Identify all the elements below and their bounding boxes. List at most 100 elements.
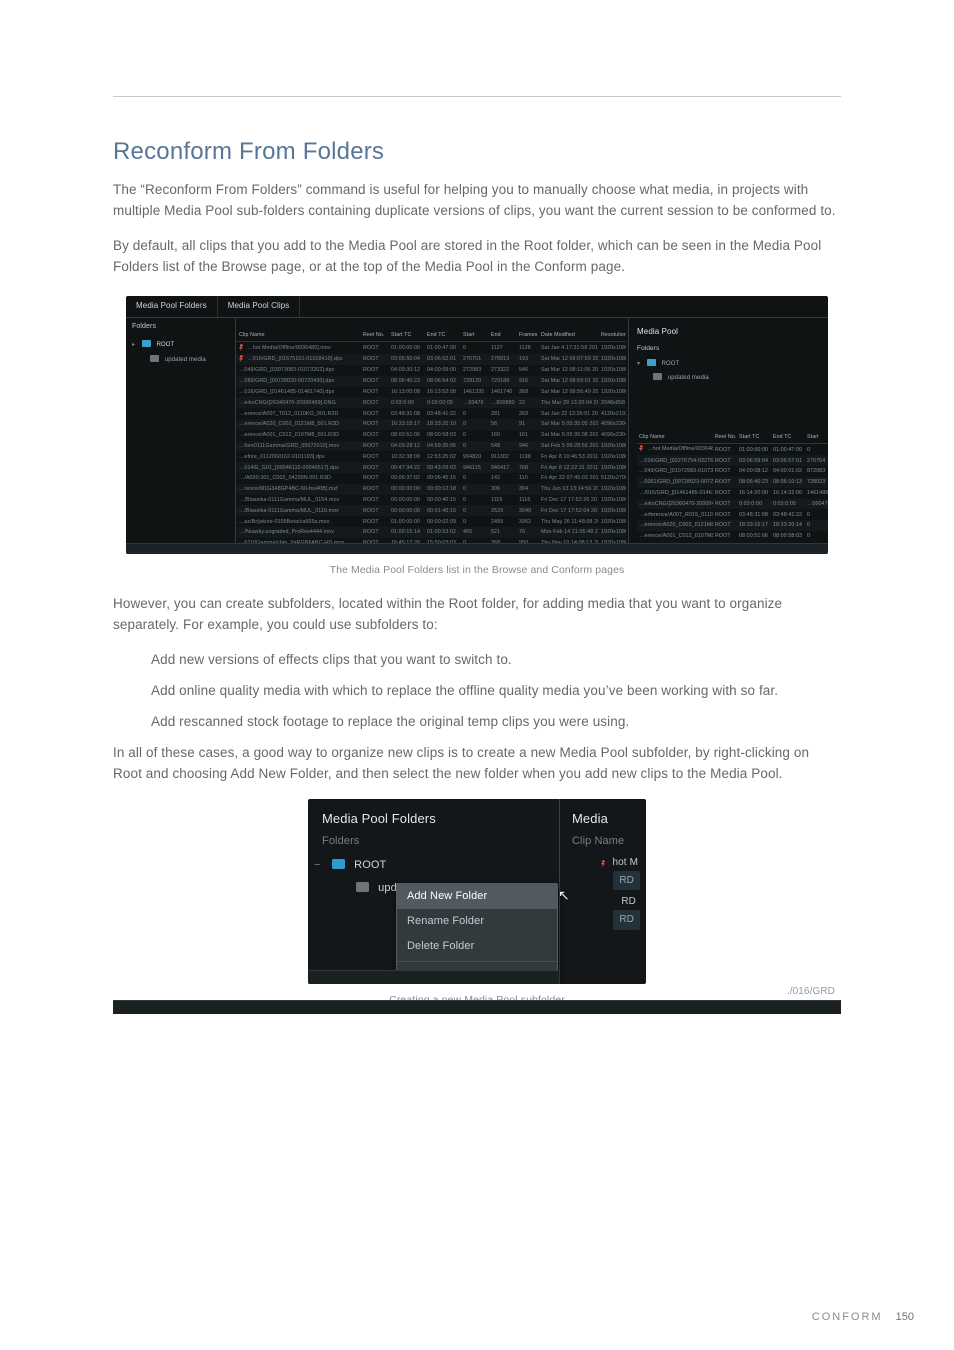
chevron-right-icon[interactable]: ▸ bbox=[132, 341, 140, 350]
table-row[interactable]: …rence/M1G348GP4BC-60-fss40B].mxfROOT00:… bbox=[236, 484, 626, 495]
column-header: End bbox=[488, 330, 516, 342]
column-header: Start bbox=[460, 330, 488, 342]
folder-icon bbox=[150, 355, 159, 362]
context-menu: Add New Folder Rename Folder Delete Fold… bbox=[396, 883, 558, 984]
tab-media-pool-clips[interactable]: Media Pool Clips bbox=[218, 296, 301, 317]
table-row[interactable]: …0061/GRD_[00728023-00728430].dpxROOT08:… bbox=[637, 477, 828, 488]
page-footer: CONFORM 150 bbox=[812, 1309, 914, 1326]
column-header: Start TC bbox=[737, 432, 771, 444]
folder-root[interactable]: − ROOT bbox=[308, 854, 559, 877]
status-strip bbox=[126, 543, 828, 554]
panel-title: Media bbox=[560, 799, 646, 833]
table-row[interactable]: …erence/A007_T012_0110KO_001.R3DROOT03:4… bbox=[236, 408, 626, 419]
list-item: Add online quality media with which to r… bbox=[151, 681, 841, 702]
folder-root[interactable]: ▾ ROOT bbox=[637, 358, 824, 369]
folder-updated-media[interactable]: updated media bbox=[637, 372, 824, 383]
column-header: Reel No. bbox=[713, 432, 737, 444]
folder-icon bbox=[142, 340, 151, 347]
page-number: 150 bbox=[896, 1311, 914, 1323]
table-row[interactable]: 📌…016/GRD_[01675101-01018410].dpxROOT03:… bbox=[236, 354, 626, 365]
panel-title: Media Pool Folders bbox=[308, 799, 559, 833]
column-header: Clip Name bbox=[637, 432, 713, 444]
table-row[interactable]: …/Blassika-0111Gamma/MUL_0154.movROOT00:… bbox=[236, 495, 626, 506]
folder-label: updated media bbox=[668, 375, 709, 381]
figure-caption: The Media Pool Folders list in the Brows… bbox=[113, 562, 841, 578]
body-text: However, you can create subfolders, loca… bbox=[113, 594, 841, 636]
body-text: The “Reconform From Folders” command is … bbox=[113, 180, 841, 222]
folder-icon bbox=[653, 373, 662, 380]
table-row[interactable]: …erence/A020_C002_0121M8_001.R3DROOT16:3… bbox=[236, 419, 626, 430]
table-row[interactable]: …erksCNG/[26360470-20000499].DNGROOT0:03… bbox=[637, 499, 828, 510]
list-item: Add rescanned stock footage to replace t… bbox=[151, 712, 841, 733]
table-row[interactable]: …016/GRD_[01461485-01461740].dpxROOT16:1… bbox=[236, 387, 626, 398]
table-row[interactable]: …erence/A020_C002_0121M8_004.R3DROOT18:3… bbox=[637, 520, 828, 531]
table-row[interactable]: …049/GRD_[03073083-01073202].dpxROOT04:0… bbox=[236, 365, 626, 376]
folder-icon bbox=[647, 359, 656, 366]
folder-root[interactable]: ▸ ROOT bbox=[132, 339, 229, 350]
table-row[interactable]: …erence/A001_C012_0107M8_001.R3DROOT08:0… bbox=[637, 531, 828, 542]
table-row[interactable]: …016/GRD_[02276754-02276018].dpxROOT03:0… bbox=[637, 455, 828, 466]
panel-subheader: Folders bbox=[308, 833, 559, 854]
table-row[interactable]: 📌…hot Media/Offline/0036480].movROOT01:0… bbox=[236, 342, 626, 354]
clip-name-fragment: RD bbox=[621, 896, 646, 907]
menu-delete-folder[interactable]: Delete Folder bbox=[397, 934, 557, 959]
table-row[interactable]: …erksCNG/[26340470-20000499].DNGROOT0:03… bbox=[236, 397, 626, 408]
table-row[interactable]: …erference/A007_R015_0110KO_001.R3DROOT0… bbox=[637, 509, 828, 520]
column-header: Start bbox=[805, 432, 828, 444]
pin-icon: 📌 bbox=[599, 860, 609, 870]
table-row[interactable]: …as/Brijskine-0105Beta/ca605a.movROOT01:… bbox=[236, 516, 626, 527]
menu-add-new-folder[interactable]: Add New Folder bbox=[397, 884, 557, 909]
column-header: Frames bbox=[516, 330, 538, 342]
status-strip bbox=[308, 970, 559, 984]
panel-subheader: Clip Name bbox=[560, 833, 646, 854]
folders-header: Folders bbox=[132, 322, 229, 333]
clips-table-right: Clip NameReel No.Start TCEnd TCStart 📌…h… bbox=[637, 432, 828, 542]
table-row[interactable]: …erence/A001_C012_0107M8_001.R3DROOT08:0… bbox=[236, 430, 626, 441]
folders-header: Folders bbox=[637, 344, 824, 354]
table-row[interactable]: …efore_0112060162-0101193].dpxROOT10:32:… bbox=[236, 451, 626, 462]
table-row[interactable]: …/A030.301_C002_04230N.001.R3DROOT00:06:… bbox=[236, 473, 626, 484]
table-row[interactable]: 📌…hot Media/Offline/0036480].movROOT01:0… bbox=[637, 444, 828, 456]
badge: RD bbox=[613, 871, 640, 891]
section-heading: Reconform From Folders bbox=[113, 133, 841, 170]
column-header: Start TC bbox=[388, 330, 424, 342]
folder-icon bbox=[356, 882, 369, 892]
clips-table: Clip NameReel No.Start TCEnd TCStartEndF… bbox=[236, 330, 626, 554]
folder-label: ROOT bbox=[354, 859, 386, 871]
menu-separator bbox=[397, 961, 557, 962]
cursor-icon: ↖ bbox=[558, 885, 570, 907]
folder-label: ROOT bbox=[157, 342, 175, 348]
column-header: End TC bbox=[424, 330, 460, 342]
clip-name-fragment: hot M bbox=[612, 857, 638, 868]
folder-label: upd bbox=[378, 882, 397, 894]
folder-label: ROOT bbox=[662, 361, 680, 367]
table-row[interactable]: …014/E_G01_[00046115-00046517].dpxROOT00… bbox=[236, 462, 626, 473]
table-row[interactable]: …089/GRD_[00728020-00720430].dpxROOT08:0… bbox=[236, 376, 626, 387]
column-header: Date Modified bbox=[538, 330, 598, 342]
chevron-down-icon[interactable]: − bbox=[314, 857, 321, 874]
divider bbox=[113, 96, 841, 97]
chevron-down-icon[interactable]: ▾ bbox=[637, 360, 645, 369]
footer-section: CONFORM bbox=[812, 1311, 883, 1323]
table-row[interactable]: …/Nuasky.ungraded_ProRes4444.movROOT01:0… bbox=[236, 527, 626, 538]
folder-label: updated media bbox=[165, 357, 206, 363]
table-row[interactable]: …/Blassika-0111Gamma/MUL_0119.movROOT00:… bbox=[236, 505, 626, 516]
column-header: Resolution bbox=[598, 330, 626, 342]
menu-rename-folder[interactable]: Rename Folder bbox=[397, 909, 557, 934]
body-text: By default, all clips that you add to th… bbox=[113, 236, 841, 278]
table-row[interactable]: …fore0111Gamma/GRD_05072010].movROOT04:0… bbox=[236, 441, 626, 452]
figure-context-menu: Media Pool Folders Folders − ROOT upd Ad… bbox=[308, 799, 646, 1008]
table-row[interactable]: …049/GRD_[01072983-01073005].dpxROOT04:0… bbox=[637, 466, 828, 477]
column-header: Clip Name bbox=[236, 330, 360, 342]
folder-updated-media[interactable]: updated media bbox=[132, 354, 229, 365]
folder-icon bbox=[332, 859, 345, 869]
media-pool-title: Media Pool bbox=[637, 326, 678, 338]
list-item: Add new versions of effects clips that y… bbox=[151, 650, 841, 671]
table-row[interactable]: …/016/GRD_[01461485-01461740].dpxROOT16:… bbox=[637, 488, 828, 499]
figure-media-pool-folders: Media Pool Folders Media Pool Clips Fold… bbox=[113, 296, 841, 578]
tab-media-pool-folders[interactable]: Media Pool Folders bbox=[126, 296, 218, 317]
badge: RD bbox=[613, 910, 640, 930]
column-header: Reel No. bbox=[360, 330, 388, 342]
column-header: End TC bbox=[771, 432, 805, 444]
body-text: In all of these cases, a good way to org… bbox=[113, 743, 841, 785]
